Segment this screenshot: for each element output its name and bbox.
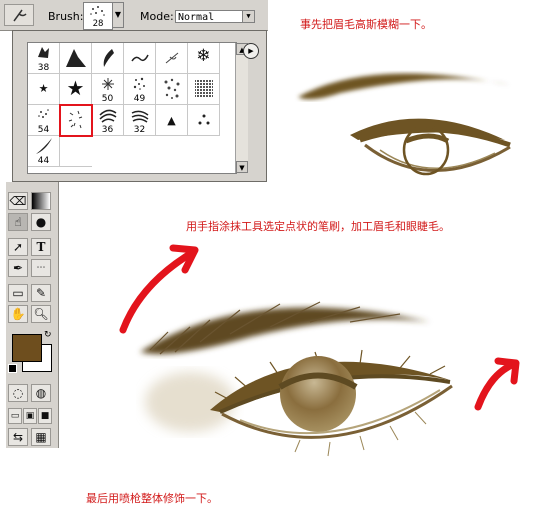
brush-shape-icon (165, 52, 179, 64)
brush-shape-icon (195, 80, 213, 98)
brush-label: Brush: (48, 10, 84, 23)
standard-mode-icon[interactable]: ◌ (8, 384, 28, 402)
notes-icon[interactable]: ▭ (8, 284, 28, 302)
brush-shape-icon (198, 114, 210, 125)
brush-preset[interactable]: 49 (124, 74, 156, 105)
brush-size: 49 (133, 94, 146, 104)
brush-size-value: 28 (92, 19, 104, 29)
lower-lid-line (364, 143, 511, 172)
star-large-icon: ★ (66, 76, 85, 100)
annotation-step1: 事先把眉毛高斯模糊一下。 (300, 18, 432, 31)
brush-preset[interactable] (188, 105, 220, 136)
pen-icon[interactable]: ✒ (8, 259, 28, 277)
brush-preset[interactable]: 44 (28, 136, 60, 167)
toolbox: ⌫ ☝ ● ➚ T ✒ ⋯ ▭ ✎ ✋ 🔍︎ ↻ ◌ ◍ ▭ ▣ ■ ⇆ ▦ (6, 182, 59, 448)
brush-preset[interactable]: ▲ (156, 105, 188, 136)
tool-options-bar: Brush: 28 ▼ Mode: Normal ▼ (0, 0, 268, 31)
screen-mode-group: ▭ ▣ ■ (8, 408, 52, 424)
eye-illustration-step1 (298, 73, 511, 176)
jump-to-imageready-icon[interactable]: ⇆ (8, 428, 28, 446)
brush-shape-icon (133, 77, 145, 90)
mode-dropdown-arrow-icon[interactable]: ▼ (242, 11, 254, 22)
brush-size: 50 (101, 94, 114, 104)
tool-preset-icon[interactable] (4, 4, 34, 26)
shape-icon[interactable]: ⋯ (31, 259, 51, 277)
brush-picker-panel: 38 ❄ ★ ★ 50 49 54 36 32 ▲ 44 ▲ ▼ ▶ (12, 30, 267, 182)
brush-preset[interactable] (156, 74, 188, 105)
screen-mode-full-menu-icon[interactable]: ▣ (23, 408, 37, 424)
hand-icon[interactable]: ✋ (8, 305, 28, 323)
screen-mode-full-icon[interactable]: ■ (38, 408, 52, 424)
brush-preset[interactable] (92, 43, 124, 74)
swap-colors-icon[interactable]: ↻ (44, 330, 52, 340)
brush-shape-icon (102, 78, 114, 90)
brush-grid: 38 ❄ ★ ★ 50 49 54 36 32 ▲ 44 ▲ ▼ (27, 42, 248, 174)
mode-label: Mode: (140, 10, 174, 23)
brush-preset[interactable] (156, 43, 188, 74)
mode-select[interactable]: Normal ▼ (175, 10, 255, 23)
scroll-down-icon[interactable]: ▼ (236, 161, 248, 173)
star-small-icon: ★ (38, 82, 49, 95)
zoom-icon[interactable]: 🔍︎ (31, 305, 51, 323)
brush-size: 32 (133, 125, 146, 135)
brush-shape-icon (164, 78, 180, 99)
mode-value: Normal (178, 12, 215, 23)
brush-preset[interactable]: ❄ (188, 43, 220, 74)
brush-shape-icon (131, 110, 149, 123)
lower-lid-inner (379, 149, 496, 169)
chevron-down-icon[interactable]: ▼ (112, 2, 124, 28)
brush-preset[interactable]: 38 (28, 43, 60, 74)
iris (402, 124, 450, 176)
default-colors-icon[interactable] (8, 364, 17, 373)
brush-size: 44 (37, 156, 50, 166)
iris (280, 356, 356, 432)
screen-mode-standard-icon[interactable]: ▭ (8, 408, 22, 424)
move-icon[interactable]: ➚ (8, 238, 28, 256)
brush-size: 54 (37, 125, 50, 135)
brush-shape-icon (131, 54, 149, 62)
annotation-step3: 最后用喷枪整体修饰一下。 (86, 492, 218, 505)
brush-preset[interactable] (124, 43, 156, 74)
gradient-icon[interactable] (31, 192, 51, 210)
brush-shape-icon (99, 109, 117, 123)
brush-preset[interactable]: 54 (28, 105, 60, 136)
eyebrow-blurred (298, 73, 510, 100)
brush-size: 38 (37, 63, 50, 73)
brush-grid-empty (60, 136, 92, 167)
brush-shape-icon (38, 109, 49, 118)
brush-preset[interactable]: 36 (92, 105, 124, 136)
brush-preset[interactable]: 50 (92, 74, 124, 105)
brush-shape-icon (38, 47, 49, 58)
brush-preview[interactable]: 28 (83, 2, 113, 30)
triangle-icon: ▲ (167, 114, 176, 127)
iris-top-shadow (405, 133, 450, 144)
brush-shape-icon (66, 49, 86, 67)
smudge-icon[interactable]: ☝ (8, 213, 28, 231)
brush-shape-icon (36, 138, 52, 154)
selected-brush-highlight (59, 104, 93, 137)
red-arrow-left-icon (119, 244, 199, 334)
pattern-icon[interactable]: ▦ (31, 428, 51, 446)
eyedropper-icon[interactable]: ✎ (31, 284, 51, 302)
brush-size: 36 (101, 125, 114, 135)
red-arrow-right-icon (474, 357, 520, 411)
brush-preset[interactable]: ★ (60, 74, 92, 105)
foreground-color-swatch[interactable] (12, 334, 42, 362)
eraser-icon[interactable]: ⌫ (8, 192, 28, 210)
snowflake-icon: ❄ (196, 46, 211, 66)
brush-preset[interactable] (60, 43, 92, 74)
annotation-step2: 用手指涂抹工具选定点状的笔刷，加工眉毛和眼睫毛。 (186, 220, 450, 233)
brush-preset[interactable]: 32 (124, 105, 156, 136)
dodge-icon[interactable]: ● (31, 213, 51, 231)
type-icon[interactable]: T (31, 238, 51, 256)
brush-menu-icon[interactable]: ▶ (243, 43, 259, 59)
brush-grid-scrollbar[interactable]: ▲ ▼ (235, 43, 248, 173)
brush-preset[interactable]: ★ (28, 74, 60, 105)
brush-preset[interactable] (188, 74, 220, 105)
brush-shape-icon (103, 49, 114, 67)
quick-mask-icon[interactable]: ◍ (31, 384, 51, 402)
